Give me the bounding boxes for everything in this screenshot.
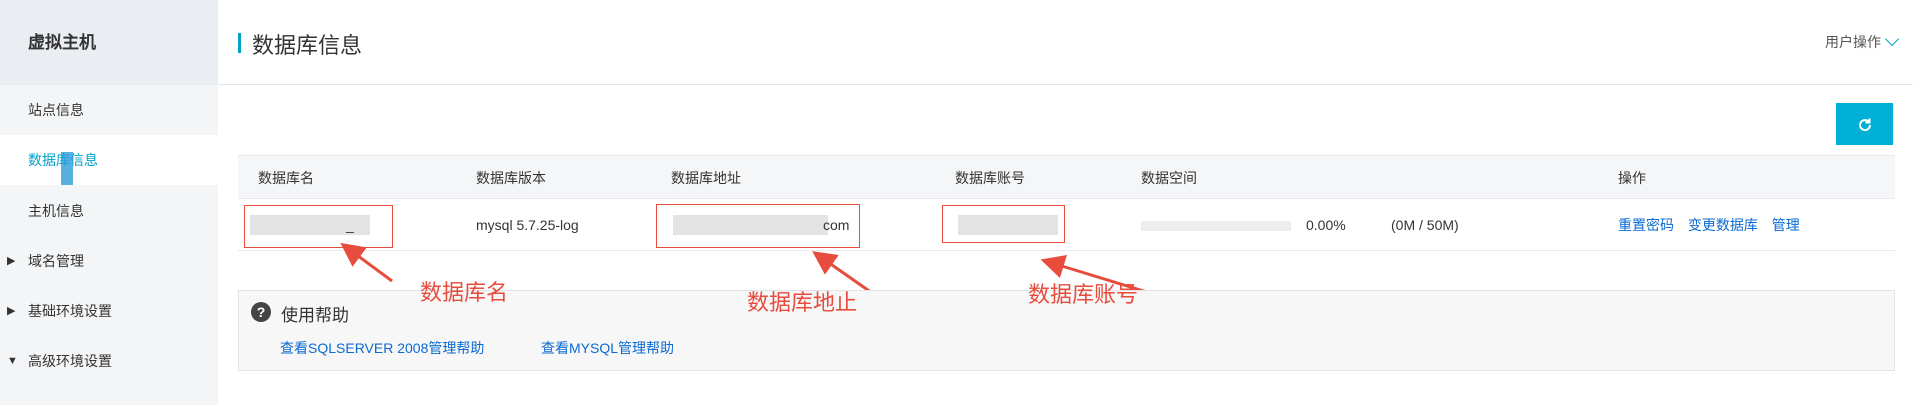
usage-progress-bar	[1141, 221, 1291, 231]
user-ops-label: 用户操作	[1825, 34, 1881, 50]
col-db-version: 数据库版本	[476, 170, 546, 186]
col-db-address: 数据库地址	[671, 170, 741, 186]
help-title: 使用帮助	[281, 306, 349, 325]
refresh-icon	[1858, 118, 1871, 132]
sidebar-item-site-info[interactable]: 站点信息	[0, 85, 218, 135]
user-ops-dropdown[interactable]: 用户操作	[1825, 31, 1900, 52]
page-header: 数据库信息 用户操作	[218, 0, 1913, 85]
caret-right-icon: ▶	[7, 255, 16, 267]
chevron-down-icon	[1884, 31, 1900, 47]
col-db-space: 数据空间	[1141, 170, 1197, 186]
manage-link[interactable]: 管理	[1772, 217, 1800, 233]
reset-password-link[interactable]: 重置密码	[1618, 217, 1674, 233]
col-db-name: 数据库名	[258, 170, 314, 186]
col-actions: 操作	[1618, 170, 1646, 186]
sidebar-item-host-info[interactable]: 主机信息	[0, 186, 218, 236]
active-item-marker	[61, 152, 73, 185]
sidebar-item-label: 域名管理	[28, 253, 84, 269]
caret-right-icon: ▶	[7, 305, 16, 317]
table-header: 数据库名 数据库版本 数据库地址 数据库账号 数据空间 操作	[238, 155, 1895, 199]
sidebar-item-label: 高级环境设置	[28, 353, 112, 369]
db-version-value: mysql 5.7.25-log	[476, 217, 579, 233]
caret-down-icon: ▼	[7, 355, 18, 367]
annotation-label-db-address: 数据库地止	[747, 290, 858, 315]
question-icon: ?	[251, 302, 271, 322]
arrow-db-name	[340, 242, 393, 283]
sidebar-item-db-info[interactable]: 数据库信息	[0, 135, 218, 185]
sidebar-item-label: 站点信息	[28, 102, 84, 118]
sidebar-item-label: 主机信息	[28, 203, 84, 219]
sidebar-item-domain[interactable]: ▶ 域名管理	[0, 236, 218, 286]
sidebar-item-basic-env[interactable]: ▶ 基础环境设置	[0, 286, 218, 336]
annotation-label-db-name: 数据库名	[420, 280, 509, 305]
refresh-button[interactable]	[1836, 103, 1893, 145]
change-database-link[interactable]: 变更数据库	[1688, 217, 1758, 233]
database-table: 数据库名 数据库版本 数据库地址 数据库账号 数据空间 操作 _ mysql 5…	[238, 155, 1895, 251]
usage-amount: (0M / 50M)	[1391, 217, 1459, 233]
sidebar-item-label: 基础环境设置	[28, 303, 112, 319]
annotation-label-db-account: 数据库账号	[1028, 282, 1139, 307]
table-row: _ mysql 5.7.25-log com 0.00% (0M / 50M) …	[238, 199, 1895, 251]
sqlserver-help-link[interactable]: 查看SQLSERVER 2008管理帮助	[280, 338, 484, 358]
mysql-help-link[interactable]: 查看MYSQL管理帮助	[541, 338, 674, 358]
sidebar-title: 虚拟主机	[0, 0, 218, 85]
sidebar: 虚拟主机 站点信息 数据库信息 主机信息 ▶ 域名管理 ▶ 基础环境设置 ▼ 高…	[0, 0, 218, 405]
row-actions: 重置密码 变更数据库 管理	[1618, 199, 1810, 251]
sidebar-item-advanced-env[interactable]: ▼ 高级环境设置	[0, 336, 218, 386]
annotation-box-db-account	[942, 205, 1065, 243]
annotation-box-db-name	[244, 205, 393, 248]
col-db-account: 数据库账号	[955, 170, 1025, 186]
page-title: 数据库信息	[252, 33, 363, 58]
usage-percent: 0.00%	[1306, 217, 1346, 233]
annotation-box-db-address	[656, 204, 860, 248]
title-accent-bar	[238, 33, 241, 53]
